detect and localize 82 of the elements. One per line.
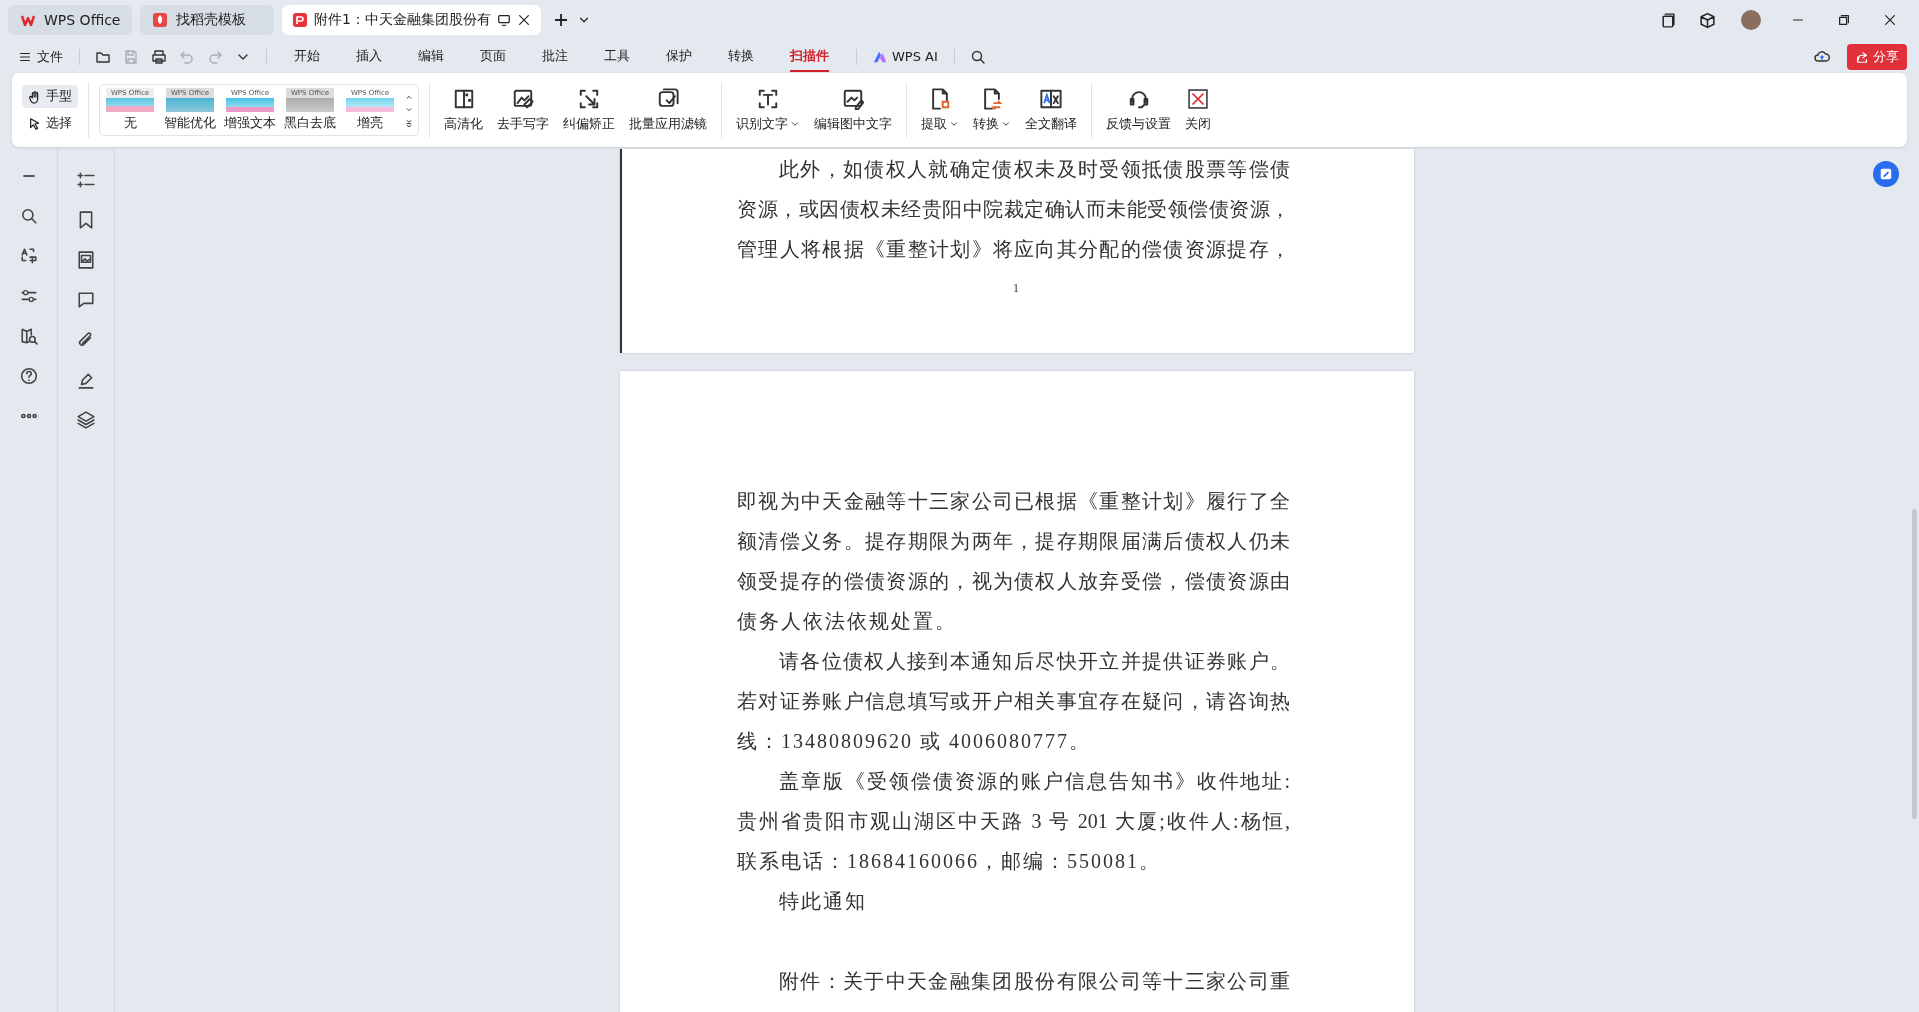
- cube-icon[interactable]: [1699, 11, 1716, 29]
- avatar-circle[interactable]: [1741, 10, 1761, 30]
- ribbon-button[interactable]: 编辑图中文字: [810, 83, 896, 137]
- text-line: 线：13480809620 或 4006080777。: [737, 729, 1092, 754]
- ribbon-button[interactable]: 纠偏矫正: [559, 83, 619, 137]
- floating-app-button[interactable]: [1873, 161, 1899, 187]
- ribbon-button[interactable]: 关闭: [1181, 83, 1215, 137]
- text-line: 管理人将根据《重整计划》将应向其分配的偿债资源提存，: [737, 237, 1290, 262]
- caret-icon: [949, 119, 959, 129]
- ribbon-tab[interactable]: 保护: [666, 41, 692, 72]
- ribbon-tab[interactable]: 开始: [294, 41, 320, 72]
- ribbon-button[interactable]: 提取: [917, 83, 963, 137]
- ribbon-tab[interactable]: 扫描件: [790, 41, 829, 72]
- share-icon: [1855, 49, 1869, 64]
- text-line: 贵州省贵阳市观山湖区中天路 3 号 201 大厦;收件人:杨恒,: [737, 809, 1290, 834]
- ribbon-button[interactable]: 批量应用滤镜: [625, 83, 711, 137]
- text-line: 请各位债权人接到本通知后尽快开立并提供证券账户。: [778, 649, 1290, 674]
- ai-tab[interactable]: WPS AI: [869, 46, 942, 67]
- text-line: 领受提存的偿债资源的，视为债权人放弃受偿，偿债资源由: [737, 569, 1290, 594]
- document-tab[interactable]: 找稻壳模板: [140, 5, 274, 35]
- search-icon[interactable]: [19, 207, 38, 225]
- ribbon-button[interactable]: 识别文字: [732, 83, 804, 137]
- ribbon-tab[interactable]: 编辑: [418, 41, 444, 72]
- caret-icon: [1001, 119, 1011, 129]
- text-recognition-icon[interactable]: [19, 247, 38, 265]
- ribbon-button[interactable]: 全文翻译: [1021, 83, 1081, 137]
- print-icon[interactable]: [151, 48, 167, 65]
- edit-icon: [1879, 167, 1893, 181]
- template-logo-icon: [152, 12, 168, 28]
- expand-icon[interactable]: [404, 118, 414, 128]
- caret-icon: [790, 119, 800, 129]
- text-line: 即视为中天金融等十三家公司已根据《重整计划》履行了全: [737, 489, 1290, 514]
- search-icon[interactable]: [969, 48, 986, 65]
- ai-logo-icon: [873, 49, 887, 64]
- pen-icon[interactable]: [77, 371, 95, 389]
- ribbon-tab[interactable]: 转换: [728, 41, 754, 72]
- bookmark-icon[interactable]: [77, 211, 95, 229]
- ribbon-button[interactable]: 转换: [969, 83, 1015, 137]
- text-line: 附件：关于中天金融集团股份有限公司等十三家公司重: [778, 969, 1290, 994]
- text-line: 债务人依法依规处置。: [737, 609, 958, 634]
- image-icon[interactable]: [77, 251, 95, 269]
- hand-tool-button[interactable]: 手型: [22, 85, 78, 108]
- ribbon-button[interactable]: 高清化: [440, 83, 487, 137]
- ribbon-tab[interactable]: 批注: [542, 41, 568, 72]
- ribbon-button[interactable]: 去手写字: [493, 83, 553, 137]
- sliders-icon[interactable]: [19, 287, 38, 305]
- close-icon: [1187, 87, 1209, 110]
- extract-icon: [929, 87, 951, 110]
- text-line: 资源，或因债权未经贵阳中院裁定确认而未能受领偿债资源，: [737, 197, 1290, 222]
- text-line: 联系电话：18684160066，邮编：550081。: [737, 849, 1162, 874]
- scrollbar-thumb[interactable]: [1912, 509, 1917, 819]
- pointer-icon: [28, 116, 42, 131]
- comment-icon[interactable]: [77, 291, 95, 309]
- convert-icon: [981, 87, 1003, 110]
- cloud-upload-icon[interactable]: [1814, 48, 1830, 65]
- document-tab[interactable]: WPS Office: [8, 5, 132, 35]
- close-icon[interactable]: [516, 13, 531, 27]
- page-number: 1: [1012, 281, 1020, 296]
- outline-icon[interactable]: [77, 171, 95, 189]
- new-tab-icon[interactable]: [552, 12, 569, 28]
- translate-icon: [1040, 87, 1062, 110]
- ribbon-tab[interactable]: 插入: [356, 41, 382, 72]
- pdf-file-icon: [292, 12, 308, 28]
- text-line: 盖章版《受领偿债资源的账户信息告知书》收件地址:: [778, 769, 1290, 794]
- file-menu[interactable]: 文件: [14, 44, 67, 69]
- help-icon[interactable]: [19, 367, 38, 385]
- monitor-icon[interactable]: [496, 13, 511, 27]
- select-tool-button[interactable]: 选择: [22, 112, 78, 135]
- text-line: 额清偿义务。提存期限为两年，提存期限届满后债权人仍未: [737, 529, 1290, 554]
- ribbon-tab[interactable]: 页面: [480, 41, 506, 72]
- windows-icon[interactable]: [1660, 11, 1677, 29]
- book-search-icon[interactable]: [19, 327, 38, 345]
- text-line: 特此通知: [778, 889, 868, 914]
- text-line: 此外，如债权人就确定债权未及时受领抵债股票等偿债: [778, 157, 1290, 182]
- close-icon[interactable]: [1883, 13, 1897, 27]
- share-button[interactable]: 分享: [1847, 43, 1907, 70]
- text-line: 若对证券账户信息填写或开户相关事宜存在疑问，请咨询热: [737, 689, 1290, 714]
- restore-icon[interactable]: [1837, 13, 1851, 27]
- ribbon-button[interactable]: 反馈与设置: [1102, 83, 1175, 137]
- layers-icon[interactable]: [77, 411, 95, 429]
- ribbon-tab[interactable]: 工具: [604, 41, 630, 72]
- document-tab[interactable]: 附件1：中天金融集团股份有: [282, 5, 541, 35]
